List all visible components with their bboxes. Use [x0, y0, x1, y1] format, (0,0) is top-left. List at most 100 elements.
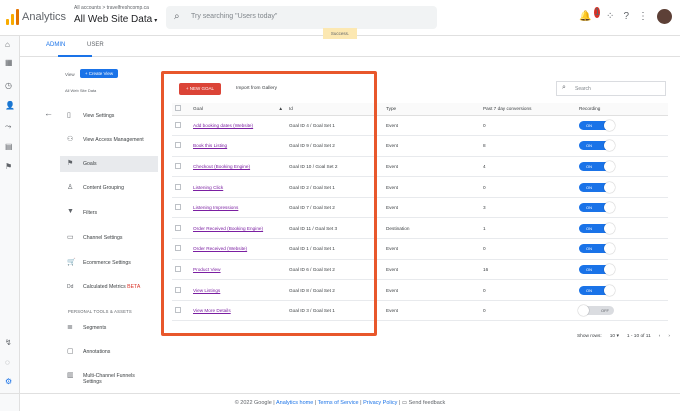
footer: © 2022 Google | Analytics home | Terms o…	[0, 393, 680, 411]
goal-conversions-cell: 8	[480, 135, 576, 157]
goal-type-cell: Event	[383, 176, 480, 198]
recording-toggle[interactable]: ON	[579, 160, 615, 172]
sidebar-item-label: Settings	[83, 379, 102, 385]
recording-cell: ON	[576, 135, 668, 157]
sidebar-item-content-grouping[interactable]: ♙ Content Grouping	[60, 180, 158, 196]
help-icon[interactable]: ?	[623, 11, 629, 22]
page-range: 1 - 10 of 11	[626, 334, 651, 339]
notifications-bell-icon[interactable]: 🔔 1	[579, 7, 601, 22]
toggle-knob	[604, 119, 615, 131]
discover-icon[interactable]: ◌	[5, 358, 10, 367]
sidebar-item-segments[interactable]: ≣ Segments	[60, 320, 158, 336]
goal-conversions-cell: 3	[480, 197, 576, 219]
col-recording[interactable]: Recording	[576, 103, 668, 116]
sidebar-item-view-access[interactable]: ⚇ View Access Management	[60, 132, 158, 148]
realtime-icon[interactable]: ◷	[5, 81, 12, 90]
recording-toggle[interactable]: ON	[579, 140, 615, 152]
attribution-icon[interactable]: ↯	[5, 338, 12, 347]
sidebar-item-label-wrap: Calculated Metrics BETA	[83, 284, 140, 290]
admin-gear-icon[interactable]: ⚙	[5, 377, 12, 386]
customization-icon[interactable]: ▦	[5, 58, 13, 67]
account-breadcrumb[interactable]: All accounts > travelfreshcomp.ca	[74, 5, 149, 11]
table-search-input[interactable]: ⌕ Search	[556, 81, 666, 96]
recording-toggle[interactable]: ON	[579, 222, 615, 234]
recording-toggle-label: ON	[586, 287, 592, 293]
home-icon[interactable]: ⌂	[5, 40, 10, 49]
show-rows-label: Show rows:	[576, 334, 602, 339]
back-arrow-icon[interactable]: ←	[44, 108, 53, 118]
view-selector[interactable]: All Web Site Data ▾	[74, 14, 157, 25]
next-page-icon[interactable]: ›	[668, 334, 670, 339]
rows-select[interactable]: 10 ▾	[610, 334, 619, 339]
create-view-button[interactable]: + Create View	[80, 69, 118, 78]
col-type[interactable]: Type	[383, 103, 480, 116]
sidebar-item-label: Segments	[83, 325, 107, 331]
recording-toggle[interactable]: ON	[579, 181, 615, 193]
send-feedback-link[interactable]: Send feedback	[409, 400, 446, 406]
recording-toggle[interactable]: ON	[579, 119, 615, 131]
recording-cell: ON	[576, 259, 668, 281]
sidebar-item-view-settings[interactable]: ▯ View Settings	[60, 108, 158, 124]
sidebar-item-ecommerce[interactable]: 🛒 Ecommerce Settings	[60, 255, 158, 271]
prev-page-icon[interactable]: ‹	[659, 334, 661, 339]
recording-toggle[interactable]: ON	[579, 202, 615, 214]
sidebar-item-calculated-metrics[interactable]: Dd Calculated Metrics BETA	[60, 279, 158, 295]
recording-toggle-label: ON	[586, 225, 592, 231]
audience-icon[interactable]: 👤	[5, 101, 15, 110]
recording-toggle-label: ON	[586, 184, 592, 190]
goal-conversions-cell: 1	[480, 217, 576, 240]
rows-select-value: 10	[609, 334, 616, 339]
more-vert-icon[interactable]: ⋮	[638, 11, 648, 22]
behavior-icon[interactable]: ▤	[5, 142, 13, 151]
sidebar-item-label: View Settings	[83, 113, 115, 119]
analytics-logo-icon[interactable]	[6, 9, 20, 25]
goal-type-cell: Event	[383, 115, 480, 137]
goal-conversions-cell: 0	[480, 279, 576, 301]
sidebar-item-label: Calculated Metrics	[83, 284, 126, 290]
tab-underline	[58, 55, 92, 57]
view-sidebar: View + Create View All Web Site Data ← ▯…	[44, 66, 160, 396]
toggle-knob	[604, 284, 615, 296]
sidebar-item-goals[interactable]: ⚑ Goals	[60, 156, 158, 172]
toggle-knob	[604, 243, 615, 255]
sidebar-item-filters[interactable]: ▼ Filters	[60, 205, 158, 221]
conversions-flag-icon[interactable]: ⚑	[5, 162, 12, 171]
tab-admin[interactable]: ADMIN	[46, 42, 65, 48]
avatar[interactable]	[657, 9, 672, 24]
recording-cell: ON	[576, 279, 668, 301]
search-input[interactable]: ⌕ Try searching "Users today"	[166, 6, 437, 29]
apps-grid-icon[interactable]: ⁘	[606, 11, 614, 22]
goal-conversions-cell: 0	[480, 300, 576, 322]
sidebar-item-annotations[interactable]: ▢ Annotations	[60, 344, 158, 360]
sidebar-item-mcf-settings[interactable]: ▥ Multi-Channel Funnels Settings	[60, 368, 158, 388]
analytics-home-link[interactable]: Analytics home	[276, 400, 313, 406]
top-icons: 🔔 1 ⁘ ? ⋮	[579, 7, 672, 24]
recording-toggle[interactable]: ON	[579, 284, 615, 296]
sidebar-item-label: Goals	[83, 161, 97, 167]
caret-down-icon: ▾	[154, 18, 158, 24]
privacy-link[interactable]: Privacy Policy	[363, 400, 397, 406]
recording-toggle[interactable]: ON	[579, 263, 615, 275]
recording-cell: ON	[576, 217, 668, 240]
terms-link[interactable]: Terms of Service	[318, 400, 359, 406]
sidebar-item-label: Ecommerce Settings	[83, 260, 131, 266]
recording-cell: ON	[576, 156, 668, 178]
goal-conversions-cell: 0	[480, 238, 576, 260]
sidebar-item-label-wrap: Multi-Channel Funnels Settings	[83, 373, 135, 385]
goal-type-cell: Event	[383, 238, 480, 260]
sidebar-item-channel-settings[interactable]: ▭ Channel Settings	[60, 230, 158, 246]
recording-toggle-label: ON	[586, 122, 592, 128]
col-conversions[interactable]: Past 7 day conversions	[480, 103, 576, 116]
tab-user[interactable]: USER	[87, 42, 104, 48]
recording-toggle[interactable]: ON	[579, 243, 615, 255]
left-nav: ⌂ ▦ ◷ 👤 ⤳ ▤ ⚑ ↯ ◌ ⚙	[0, 36, 20, 411]
recording-toggle[interactable]: OFF	[578, 305, 614, 317]
cart-icon: 🛒	[67, 259, 76, 266]
people-icon: ⚇	[67, 136, 74, 143]
recording-cell: OFF	[576, 300, 668, 322]
view-name[interactable]: All Web Site Data	[65, 88, 96, 93]
recording-cell: ON	[576, 197, 668, 219]
app-title[interactable]: Analytics	[22, 11, 66, 23]
acquisition-icon[interactable]: ⤳	[5, 122, 11, 132]
person-icon: ♙	[67, 184, 74, 191]
